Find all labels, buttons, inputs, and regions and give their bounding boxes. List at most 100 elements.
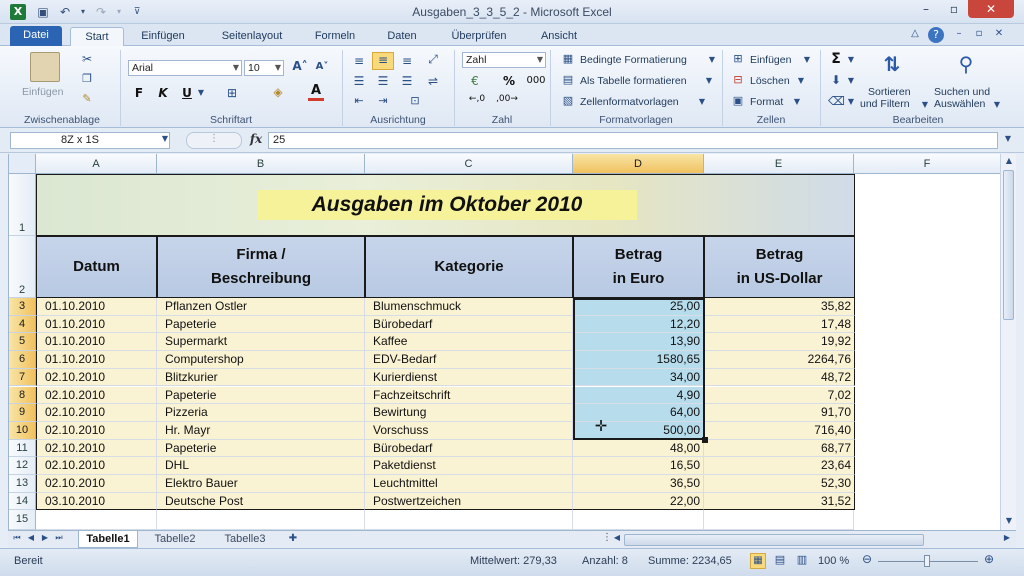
horizontal-scroll-thumb[interactable]	[624, 534, 924, 546]
cell-betrag-usd[interactable]: 31,52	[704, 492, 855, 511]
insert-cells-button[interactable]: Einfügen	[750, 54, 791, 66]
find-select-button-line2[interactable]: Auswählen	[934, 98, 985, 110]
cell-betrag-usd[interactable]: 17,48	[704, 315, 855, 334]
increase-decimal-icon[interactable]: ←,0	[466, 94, 488, 104]
tab-formulas[interactable]: Formeln	[306, 27, 364, 46]
chevron-down-icon[interactable]: ▼	[846, 76, 856, 85]
row-header[interactable]: 13	[9, 475, 36, 493]
header-kategorie[interactable]: Kategorie	[365, 236, 573, 298]
tab-review[interactable]: Überprüfen	[440, 27, 518, 46]
row-header[interactable]: 1	[9, 174, 36, 236]
chevron-down-icon[interactable]: ▼	[160, 134, 170, 143]
sort-filter-icon[interactable]: ⇅	[876, 52, 908, 82]
cell-betrag-euro[interactable]: 4,90	[573, 386, 704, 405]
align-right-icon[interactable]: ☰	[398, 74, 416, 88]
cell-datum[interactable]: 01.10.2010	[36, 298, 157, 316]
column-header-c[interactable]: C	[365, 154, 573, 174]
conditional-format-icon[interactable]: ▦	[560, 52, 576, 65]
cell-firma[interactable]: Papeterie	[157, 386, 365, 405]
chevron-down-icon[interactable]: ▼	[920, 100, 930, 109]
cell-datum[interactable]: 02.10.2010	[36, 439, 157, 458]
wrap-text-icon[interactable]: ⇌	[424, 74, 442, 88]
row-header[interactable]: 14	[9, 492, 36, 511]
shrink-font-icon[interactable]: A˅	[314, 61, 330, 72]
header-datum[interactable]: Datum	[36, 236, 157, 298]
cell-datum[interactable]: 03.10.2010	[36, 492, 157, 511]
cell-kategorie[interactable]: EDV-Bedarf	[365, 351, 573, 369]
cell-datum[interactable]: 01.10.2010	[36, 315, 157, 334]
empty-cell[interactable]	[157, 510, 365, 530]
align-left-icon[interactable]: ☰	[350, 74, 368, 88]
paste-icon[interactable]	[30, 52, 60, 82]
fill-handle[interactable]	[702, 437, 708, 443]
cell-datum[interactable]: 02.10.2010	[36, 386, 157, 405]
cell-kategorie[interactable]: Kurierdienst	[365, 368, 573, 387]
column-header-b[interactable]: B	[157, 154, 365, 174]
maximize-button[interactable]: ▫	[940, 0, 968, 18]
cell-datum[interactable]: 02.10.2010	[36, 421, 157, 440]
row-header[interactable]: 8	[9, 386, 36, 405]
font-color-icon[interactable]: A	[308, 84, 324, 101]
doc-close-icon[interactable]: ✕	[990, 28, 1008, 39]
tab-data[interactable]: Daten	[378, 27, 426, 46]
chevron-down-icon[interactable]: ▼	[796, 76, 806, 85]
cell-kategorie[interactable]: Blumenschmuck	[365, 298, 573, 316]
cell-betrag-usd[interactable]: 48,72	[704, 368, 855, 387]
doc-minimize-icon[interactable]: –	[950, 28, 968, 39]
border-icon[interactable]: ⊞	[224, 86, 240, 100]
cell-betrag-usd[interactable]: 2264,76	[704, 351, 855, 369]
select-all-corner[interactable]	[9, 154, 36, 174]
insert-cells-icon[interactable]: ⊞	[730, 52, 746, 65]
tab-start[interactable]: Start	[70, 27, 124, 46]
chevron-down-icon[interactable]: ▼	[707, 55, 717, 64]
page-break-view-icon[interactable]: ▥	[794, 553, 810, 566]
bold-button[interactable]: F	[132, 86, 146, 100]
insert-function-button[interactable]: fx	[246, 132, 266, 146]
cell-datum[interactable]: 02.10.2010	[36, 457, 157, 475]
cell-firma[interactable]: Pizzeria	[157, 404, 365, 422]
merge-cells-icon[interactable]: ⊡	[406, 94, 424, 107]
column-header-d[interactable]: D	[573, 154, 704, 174]
vertical-scroll-thumb[interactable]	[1003, 170, 1014, 320]
chevron-down-icon[interactable]: ▼	[992, 100, 1002, 109]
formula-cancel-enter-icon[interactable]: ⋮	[186, 132, 242, 149]
cell-firma[interactable]: Supermarkt	[157, 333, 365, 352]
cell-firma[interactable]: Papeterie	[157, 439, 365, 458]
format-as-table-button[interactable]: Als Tabelle formatieren	[580, 75, 687, 87]
fill-icon[interactable]: ⬇	[828, 73, 844, 87]
insert-sheet-icon[interactable]: ✚	[284, 533, 302, 544]
cell-firma[interactable]: Deutsche Post	[157, 492, 365, 511]
grow-font-icon[interactable]: A˄	[292, 59, 308, 73]
cell-kategorie[interactable]: Paketdienst	[365, 457, 573, 475]
percent-button[interactable]: %	[500, 74, 518, 88]
cell-firma[interactable]: Pflanzen Ostler	[157, 298, 365, 316]
cell-betrag-usd[interactable]: 716,40	[704, 421, 855, 440]
column-header-f[interactable]: F	[854, 154, 1000, 174]
format-cells-button[interactable]: Format	[750, 96, 783, 108]
paste-button[interactable]: Einfügen	[22, 86, 63, 98]
cell-datum[interactable]: 02.10.2010	[36, 475, 157, 493]
header-betrag-usd[interactable]: Betrag in US-Dollar	[704, 236, 855, 298]
number-format-combo[interactable]: Zahl ▼	[462, 52, 546, 68]
cell-kategorie[interactable]: Bürobedarf	[365, 439, 573, 458]
chevron-down-icon[interactable]: ▼	[697, 97, 707, 106]
cell-datum[interactable]: 02.10.2010	[36, 368, 157, 387]
font-name-combo[interactable]: Arial ▼	[128, 60, 242, 76]
row-header[interactable]: 11	[9, 439, 36, 458]
tab-view[interactable]: Ansicht	[530, 27, 588, 46]
cell-betrag-euro[interactable]: 22,00	[573, 492, 704, 511]
help-icon[interactable]: ?	[928, 27, 944, 43]
conditional-format-button[interactable]: Bedingte Formatierung	[580, 54, 687, 66]
align-center-icon[interactable]: ☰	[374, 74, 392, 88]
decrease-indent-icon[interactable]: ⇤	[350, 94, 368, 107]
row-header[interactable]: 15	[9, 510, 36, 530]
cell-firma[interactable]: Hr. Mayr	[157, 421, 365, 440]
delete-cells-icon[interactable]: ⊟	[730, 73, 746, 86]
scroll-down-icon[interactable]: ▼	[1003, 516, 1015, 525]
zoom-slider-thumb[interactable]	[924, 555, 930, 567]
italic-button[interactable]: K	[156, 86, 170, 100]
column-header-e[interactable]: E	[704, 154, 854, 174]
tab-split-handle[interactable]: ⋮	[602, 532, 612, 543]
cell-betrag-usd[interactable]: 7,02	[704, 386, 855, 405]
column-header-a[interactable]: A	[36, 154, 157, 174]
